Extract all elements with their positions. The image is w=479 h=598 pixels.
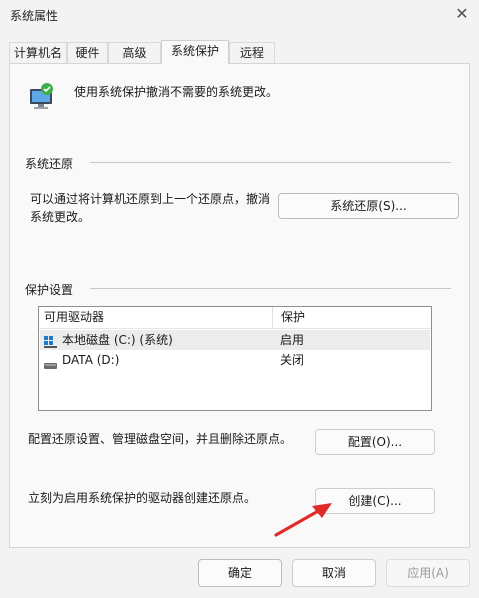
drive-name: 本地磁盘 (C:) (系统) <box>62 333 173 347</box>
column-header-protection[interactable]: 保护 <box>281 307 401 328</box>
windows-drive-icon <box>44 334 58 348</box>
drive-protection-status: 关闭 <box>280 353 305 367</box>
tab-hardware[interactable]: 硬件 <box>67 42 108 63</box>
tab-advanced[interactable]: 高级 <box>108 42 161 63</box>
disk-drive-icon <box>44 356 58 369</box>
system-restore-button[interactable]: 系统还原(S)... <box>278 193 459 219</box>
configure-button[interactable]: 配置(O)... <box>315 429 435 455</box>
cancel-button[interactable]: 取消 <box>292 559 376 587</box>
window-title: 系统属性 <box>10 9 59 23</box>
protection-settings-heading: 保护设置 <box>25 283 74 297</box>
tab-remote[interactable]: 远程 <box>229 42 275 63</box>
ok-button[interactable]: 确定 <box>198 559 282 587</box>
system-protection-panel: 使用系统保护撤消不需要的系统更改。 系统还原 可以通过将计算机还原到上一个还原点… <box>9 63 470 548</box>
drive-row-d[interactable]: DATA (D:) 关闭 <box>40 350 430 370</box>
system-restore-heading: 系统还原 <box>25 157 74 171</box>
column-header-drives[interactable]: 可用驱动器 <box>44 307 273 328</box>
system-restore-description: 可以通过将计算机还原到上一个还原点，撤消系统更改。 <box>30 192 271 224</box>
drive-row-c[interactable]: 本地磁盘 (C:) (系统) 启用 <box>40 330 430 350</box>
drive-protection-status: 启用 <box>280 333 305 347</box>
intro-text: 使用系统保护撤消不需要的系统更改。 <box>74 85 279 99</box>
system-properties-window: 系统属性 ✕ 计算机名 硬件 高级 系统保护 远程 使用系统保护撤消不需要的系统… <box>0 0 479 598</box>
tab-system-protection[interactable]: 系统保护 <box>161 40 229 64</box>
annotation-arrow-icon <box>270 498 336 540</box>
system-protection-icon <box>24 80 58 114</box>
drives-list[interactable]: 可用驱动器 保护 本地磁盘 (C:) (系统) 启用 DATA (D:) 关闭 <box>38 306 432 411</box>
create-description: 立刻为启用系统保护的驱动器创建还原点。 <box>28 491 257 505</box>
configure-description: 配置还原设置、管理磁盘空间，并且删除还原点。 <box>28 432 293 446</box>
drive-name: DATA (D:) <box>62 353 120 367</box>
close-icon[interactable]: ✕ <box>452 4 472 24</box>
tab-computer-name[interactable]: 计算机名 <box>9 42 67 63</box>
protection-settings-divider <box>90 288 451 289</box>
system-restore-divider <box>90 162 451 163</box>
apply-button[interactable]: 应用(A) <box>386 559 470 587</box>
